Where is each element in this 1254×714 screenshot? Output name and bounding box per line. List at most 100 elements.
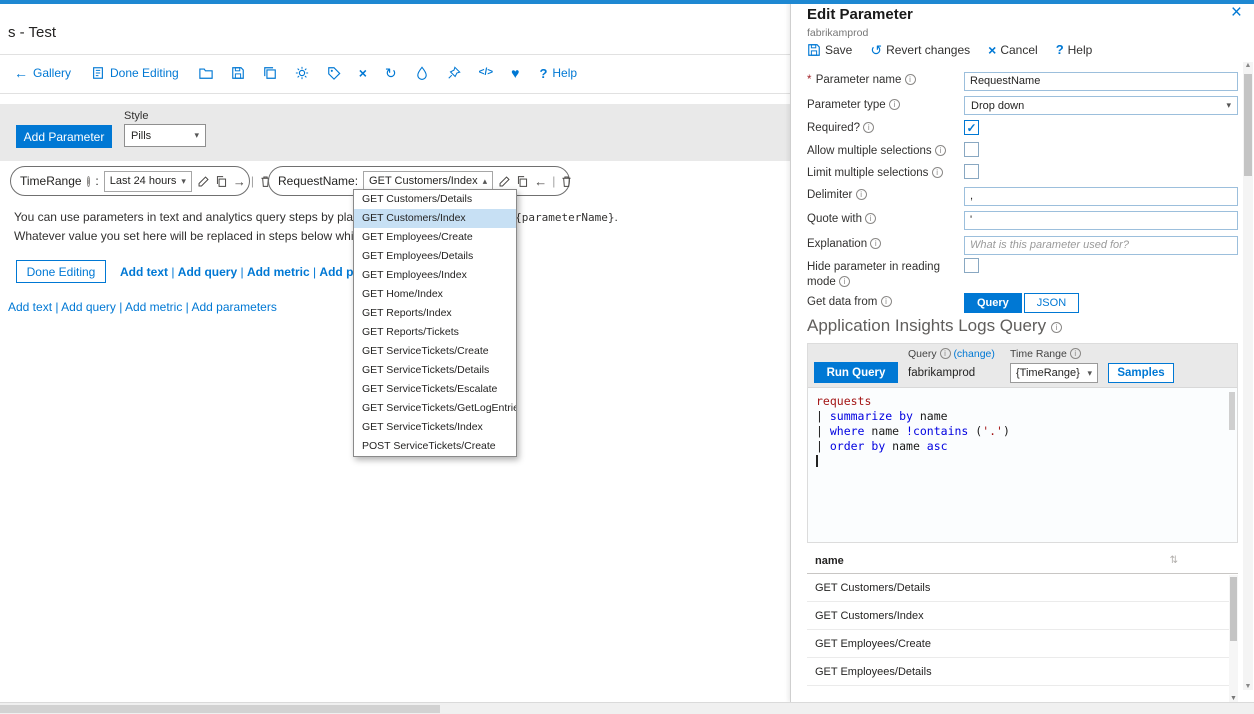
samples-button[interactable]: Samples [1108, 363, 1174, 383]
horizontal-scrollbar[interactable] [0, 702, 1254, 714]
add-step-link[interactable]: Add metric [116, 300, 182, 314]
parameter-name-input[interactable] [964, 72, 1238, 91]
pin-icon[interactable] [447, 66, 461, 80]
panel-scrollbar-thumb[interactable] [1244, 74, 1252, 176]
panel-scrollbar[interactable]: ▲ ▼ [1243, 62, 1253, 690]
timerange-select[interactable]: Last 24 hours ▾ [104, 171, 192, 192]
required-checkbox[interactable]: ✓ [964, 120, 979, 135]
name-column-header[interactable]: name [815, 555, 844, 567]
run-query-button[interactable]: Run Query [814, 362, 898, 383]
close-panel-icon[interactable]: × [1231, 2, 1242, 24]
settings-gear-icon[interactable] [295, 66, 309, 80]
dropdown-option[interactable]: GET Employees/Create [354, 228, 516, 247]
dropdown-option[interactable]: GET Reports/Index [354, 304, 516, 323]
allow-multiple-checkbox[interactable]: ✓ [964, 142, 979, 157]
info-icon[interactable] [839, 276, 850, 287]
dropdown-option[interactable]: GET Employees/Details [354, 247, 516, 266]
done-editing-toolbar-button[interactable]: Done Editing [91, 66, 179, 80]
dropdown-option[interactable]: GET ServiceTickets/GetLogEntries [354, 399, 516, 418]
info-icon[interactable] [932, 167, 943, 178]
info-icon[interactable] [940, 348, 951, 359]
change-datasource-link[interactable]: (change) [953, 348, 994, 360]
parameter-type-select[interactable]: Drop down▾ [964, 96, 1238, 115]
dropdown-option[interactable]: GET Customers/Details [354, 190, 516, 209]
scroll-down-arrow-icon[interactable]: ▼ [1229, 695, 1238, 702]
results-scrollbar[interactable]: ▼ [1229, 575, 1238, 702]
code-view-icon[interactable]: </> [479, 66, 493, 80]
info-icon[interactable] [1070, 348, 1081, 359]
hide-reading-checkbox[interactable]: ✓ [964, 258, 979, 273]
dropdown-option[interactable]: GET ServiceTickets/Index [354, 418, 516, 437]
delete-trash-icon[interactable] [560, 175, 573, 188]
result-row[interactable]: GET Customers/Index [807, 602, 1238, 630]
done-editing-button[interactable]: Done Editing [16, 260, 106, 283]
info-icon[interactable] [863, 122, 874, 133]
dropdown-option[interactable]: GET Employees/Index [354, 266, 516, 285]
result-row[interactable]: GET Customers/Details [807, 574, 1238, 602]
move-left-icon[interactable]: ← [534, 174, 547, 189]
dropdown-option[interactable]: POST ServiceTickets/Create [354, 437, 516, 456]
gallery-button[interactable]: ← Gallery [14, 66, 71, 80]
add-step-link[interactable]: Add metric [237, 265, 309, 279]
kql-code-editor[interactable]: requests| summarize by name| where name … [808, 388, 1237, 543]
revert-changes-button[interactable]: ↺ Revert changes [870, 43, 970, 57]
add-step-link[interactable]: Add text [8, 300, 52, 314]
dropdown-option[interactable]: GET Reports/Tickets [354, 323, 516, 342]
info-icon[interactable] [87, 176, 91, 187]
save-icon[interactable] [231, 66, 245, 80]
info-icon[interactable] [935, 145, 946, 156]
delimiter-input[interactable] [964, 187, 1238, 206]
time-range-select[interactable]: {TimeRange}▾ [1010, 363, 1098, 383]
timerange-label: TimeRange [20, 174, 82, 188]
panel-help-button[interactable]: ? Help [1056, 42, 1093, 57]
cancel-button[interactable]: × Cancel [988, 43, 1038, 57]
edit-pencil-icon[interactable] [197, 175, 210, 188]
results-scrollbar-thumb[interactable] [1230, 577, 1237, 641]
logs-query-heading: Application Insights Logs Query [807, 316, 1062, 336]
top-accent-bar [0, 0, 1254, 4]
info-icon[interactable] [889, 99, 900, 110]
sort-icon[interactable]: ⇅ [1170, 555, 1178, 566]
dropdown-option[interactable]: GET ServiceTickets/Details [354, 361, 516, 380]
dropdown-option[interactable]: GET Home/Index [354, 285, 516, 304]
tag-icon[interactable] [327, 66, 341, 80]
info-icon[interactable] [870, 238, 881, 249]
droplet-icon[interactable] [415, 66, 429, 80]
dropdown-option[interactable]: GET Customers/Index [354, 209, 516, 228]
dropdown-option[interactable]: GET ServiceTickets/Create [354, 342, 516, 361]
result-row[interactable]: GET Employees/Details [807, 658, 1238, 686]
add-step-link[interactable]: Add text [120, 265, 168, 279]
refresh-icon[interactable]: ↻ [385, 66, 397, 80]
style-select[interactable]: Pills ▾ [124, 124, 206, 147]
result-row[interactable]: GET Employees/Create [807, 630, 1238, 658]
dropdown-option[interactable]: GET ServiceTickets/Escalate [354, 380, 516, 399]
scroll-down-arrow-icon[interactable]: ▼ [1243, 683, 1253, 690]
add-parameter-button[interactable]: Add Parameter [16, 125, 112, 148]
get-data-query-button[interactable]: Query [964, 293, 1022, 313]
info-icon[interactable] [881, 296, 892, 307]
save-button[interactable]: Save [807, 43, 852, 57]
info-icon[interactable] [905, 74, 916, 85]
folder-icon[interactable] [199, 66, 213, 80]
editor-scrollbar-thumb[interactable] [1229, 392, 1235, 430]
horizontal-scrollbar-thumb[interactable] [0, 705, 440, 713]
info-icon[interactable] [1051, 322, 1062, 333]
help-button[interactable]: ? Help [539, 66, 577, 81]
close-step-icon[interactable]: × [359, 66, 367, 80]
copy-icon[interactable] [516, 175, 529, 188]
explanation-input[interactable] [964, 236, 1238, 255]
info-icon[interactable] [856, 189, 867, 200]
add-step-link[interactable]: Add query [168, 265, 237, 279]
info-icon[interactable] [865, 213, 876, 224]
add-step-link[interactable]: Add query [52, 300, 116, 314]
add-step-link[interactable]: Add parameters [182, 300, 277, 314]
move-right-icon[interactable]: → [233, 174, 246, 189]
edit-pencil-icon[interactable] [498, 175, 511, 188]
quote-with-input[interactable] [964, 211, 1238, 230]
get-data-json-button[interactable]: JSON [1024, 293, 1079, 313]
save-all-icon[interactable] [263, 66, 277, 80]
limit-multiple-checkbox[interactable]: ✓ [964, 164, 979, 179]
copy-icon[interactable] [215, 175, 228, 188]
favorite-heart-icon[interactable]: ♥ [511, 66, 519, 80]
scroll-up-arrow-icon[interactable]: ▲ [1243, 62, 1253, 69]
